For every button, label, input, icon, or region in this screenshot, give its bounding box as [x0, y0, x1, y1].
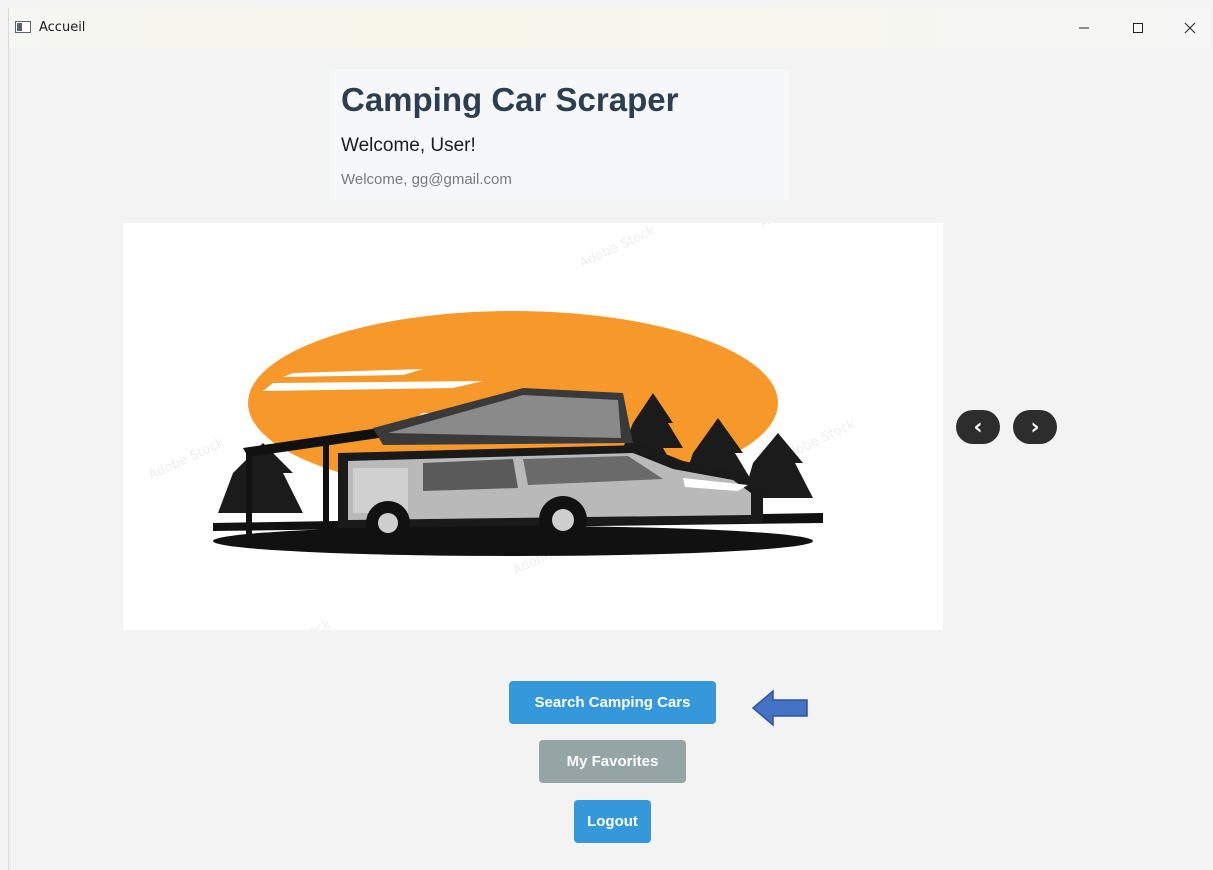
arrow-left-icon	[751, 689, 808, 727]
welcome-email-text: Welcome, gg@gmail.com	[341, 171, 512, 188]
title-bar[interactable]: Accueil	[9, 8, 1211, 48]
window-title: Accueil	[39, 20, 86, 35]
app-icon	[15, 21, 31, 33]
svg-text:Adobe Stock: Adobe Stock	[253, 617, 333, 630]
app-window: Accueil Camping Car Scraper Welcome, Use…	[8, 8, 1211, 870]
minimize-icon	[1079, 27, 1089, 29]
carousel-prev-button[interactable]: ‹	[956, 410, 1000, 444]
logout-button[interactable]: Logout	[574, 800, 651, 843]
maximize-icon	[1133, 23, 1143, 33]
close-button[interactable]	[1167, 8, 1213, 48]
chevron-left-icon: ‹	[973, 414, 983, 440]
camper-van-illustration: Adobe Stock Adobe Stock Adobe Stock Adobe …	[147, 223, 859, 630]
page-title: Camping Car Scraper	[341, 81, 679, 118]
header-card: Camping Car Scraper Welcome, User! Welco…	[329, 69, 789, 200]
search-camping-cars-button[interactable]: Search Camping Cars	[509, 681, 716, 724]
welcome-user-text: Welcome, User!	[341, 135, 476, 156]
minimize-button[interactable]	[1061, 8, 1107, 48]
chevron-right-icon: ›	[1030, 414, 1040, 440]
svg-text:Adobe Stock: Adobe Stock	[577, 223, 657, 271]
svg-text:Adobe Stock: Adobe Stock	[147, 435, 227, 483]
my-favorites-button[interactable]: My Favorites	[539, 740, 686, 783]
carousel-next-button[interactable]: ›	[1013, 410, 1057, 444]
carousel-image: Adobe Stock Adobe Stock Adobe Stock Adobe …	[123, 223, 943, 630]
close-icon	[1184, 22, 1196, 34]
maximize-button[interactable]	[1115, 8, 1161, 48]
svg-text:Adobe Stock: Adobe Stock	[757, 223, 837, 232]
